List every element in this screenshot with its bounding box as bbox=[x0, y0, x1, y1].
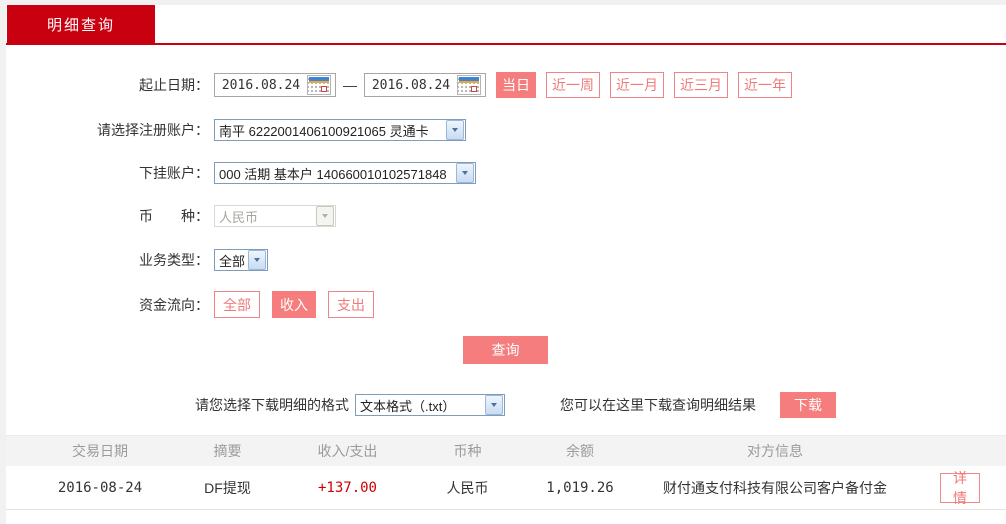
cell-summary: DF提现 bbox=[204, 479, 251, 496]
detail-query-page: 明细查询 起止日期： — 当日 近一周 近一月 近三月 近一年 请选择注册账户：… bbox=[0, 0, 1006, 524]
download-hint: 您可以在这里下载查询明细结果 bbox=[560, 397, 756, 413]
header-counterparty: 对方信息 bbox=[747, 443, 803, 459]
header-trade-date: 交易日期 bbox=[72, 443, 128, 459]
fund-flow-row: 资金流向： 全部 收入 支出 bbox=[0, 291, 374, 318]
query-button[interactable]: 查询 bbox=[463, 336, 548, 364]
calendar-icon[interactable] bbox=[457, 75, 481, 95]
tab-label: 明细查询 bbox=[46, 16, 115, 34]
currency-select: 人民币 bbox=[214, 205, 336, 227]
table-row: 2016-08-24 DF提现 +137.00 人民币 1,019.26 财付通… bbox=[6, 466, 1006, 510]
sub-account-row: 下挂账户： 000 活期 基本户 140660010102571848 bbox=[0, 162, 476, 184]
end-date-input[interactable] bbox=[364, 73, 486, 97]
header-balance: 余额 bbox=[566, 443, 594, 459]
download-row: 请您选择下载明细的格式 文本格式（.txt） 您可以在这里下载查询明细结果 下载 bbox=[195, 392, 836, 418]
range-month-button[interactable]: 近一月 bbox=[610, 72, 664, 98]
start-date-input[interactable] bbox=[214, 73, 336, 97]
download-format-label: 请您选择下载明细的格式 bbox=[195, 397, 349, 413]
cell-amount: +137.00 bbox=[317, 479, 377, 496]
business-type-select[interactable]: 全部 bbox=[214, 249, 268, 271]
flow-all-button[interactable]: 全部 bbox=[214, 291, 260, 318]
currency-label: 币 种： bbox=[139, 208, 209, 224]
cell-balance: 1,019.26 bbox=[546, 479, 614, 496]
sub-account-select[interactable]: 000 活期 基本户 140660010102571848 bbox=[214, 162, 476, 184]
table-header: 交易日期 摘要 收入/支出 币种 余额 对方信息 bbox=[6, 435, 1006, 466]
download-format-value: 文本格式（.txt） bbox=[360, 398, 456, 414]
registered-account-select[interactable]: 南平 6222001406100921065 灵通卡 bbox=[214, 119, 466, 141]
range-year-button[interactable]: 近一年 bbox=[738, 72, 792, 98]
sub-account-value: 000 活期 基本户 140660010102571848 bbox=[219, 166, 447, 182]
end-date-value[interactable] bbox=[365, 77, 457, 93]
range-today-button[interactable]: 当日 bbox=[496, 72, 536, 98]
download-format-select[interactable]: 文本格式（.txt） bbox=[355, 394, 505, 416]
detail-button[interactable]: 详情 bbox=[940, 470, 980, 506]
business-type-label: 业务类型： bbox=[139, 252, 209, 268]
date-range-label: 起止日期： bbox=[139, 77, 209, 93]
chevron-down-icon bbox=[485, 395, 503, 415]
currency-value: 人民币 bbox=[219, 209, 259, 225]
header-summary: 摘要 bbox=[213, 443, 242, 459]
flow-expense-button[interactable]: 支出 bbox=[328, 291, 374, 318]
header-amount: 收入/支出 bbox=[317, 443, 378, 459]
chevron-down-icon bbox=[456, 163, 474, 183]
registered-account-value: 南平 6222001406100921065 灵通卡 bbox=[219, 123, 429, 139]
sub-account-label: 下挂账户： bbox=[139, 165, 209, 181]
business-type-value: 全部 bbox=[219, 253, 246, 269]
registered-account-label: 请选择注册账户： bbox=[97, 122, 209, 138]
calendar-icon[interactable] bbox=[307, 75, 331, 95]
tab-detail-query[interactable]: 明细查询 bbox=[7, 5, 155, 43]
header-currency: 币种 bbox=[453, 443, 482, 459]
chevron-down-icon bbox=[248, 250, 266, 270]
range-week-button[interactable]: 近一周 bbox=[546, 72, 600, 98]
chevron-down-icon bbox=[316, 206, 334, 226]
range-quarter-button[interactable]: 近三月 bbox=[674, 72, 728, 98]
date-range-row: 起止日期： — 当日 近一周 近一月 近三月 近一年 bbox=[0, 72, 792, 98]
fund-flow-label: 资金流向： bbox=[139, 296, 209, 313]
tab-underline bbox=[6, 43, 1006, 45]
business-type-row: 业务类型： 全部 bbox=[0, 249, 268, 271]
cell-counterparty: 财付通支付科技有限公司客户备付金 bbox=[663, 479, 887, 496]
registered-account-row: 请选择注册账户： 南平 6222001406100921065 灵通卡 bbox=[0, 119, 466, 141]
cell-currency: 人民币 bbox=[446, 479, 489, 496]
start-date-value[interactable] bbox=[215, 77, 307, 93]
currency-row: 币 种： 人民币 bbox=[0, 205, 336, 227]
chevron-down-icon bbox=[446, 120, 464, 140]
date-separator: — bbox=[343, 77, 357, 93]
download-button[interactable]: 下载 bbox=[780, 392, 836, 418]
flow-income-button[interactable]: 收入 bbox=[272, 291, 316, 318]
cell-trade-date: 2016-08-24 bbox=[57, 479, 143, 496]
